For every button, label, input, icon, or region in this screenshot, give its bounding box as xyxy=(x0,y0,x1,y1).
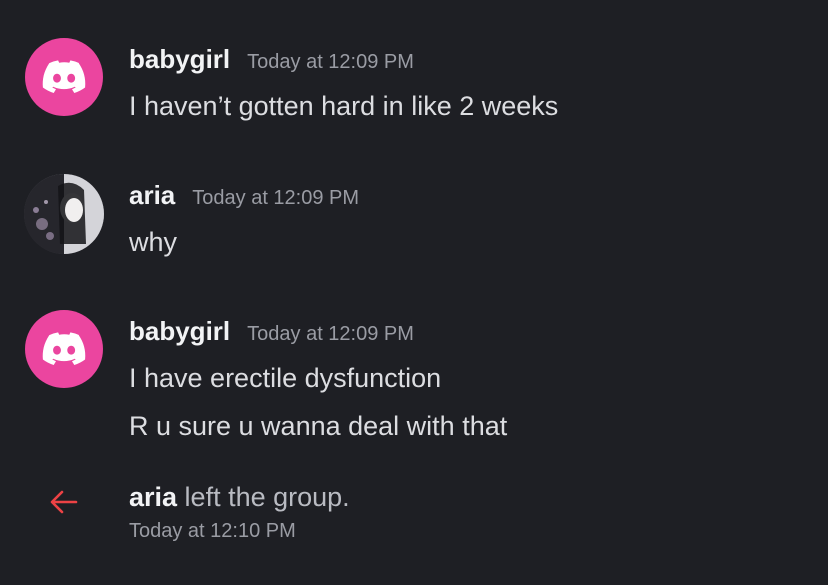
username[interactable]: babygirl xyxy=(129,316,230,347)
timestamp: Today at 12:09 PM xyxy=(192,187,360,209)
message-text: R u sure u wanna deal with that xyxy=(129,411,508,441)
arrow-left-icon xyxy=(50,490,78,514)
message-text: why xyxy=(129,227,178,257)
avatar[interactable] xyxy=(25,310,103,388)
message-text: I haven’t gotten hard in like 2 weeks xyxy=(129,91,559,121)
username[interactable]: aria xyxy=(129,180,175,211)
profile-photo xyxy=(24,174,104,254)
discord-logo-icon xyxy=(42,60,86,93)
message-text: I have erectile dysfunction xyxy=(129,363,442,393)
timestamp: Today at 12:09 PM xyxy=(247,323,414,345)
timestamp: Today at 12:09 PM xyxy=(247,51,414,73)
avatar[interactable] xyxy=(25,38,103,116)
chat-log: babygirl Today at 12:09 PM I haven’t got… xyxy=(0,0,828,585)
username[interactable]: babygirl xyxy=(129,44,230,75)
discord-logo-icon xyxy=(42,332,86,365)
avatar[interactable] xyxy=(24,174,104,254)
timestamp: Today at 12:10 PM xyxy=(129,520,296,542)
username[interactable]: aria xyxy=(129,482,177,512)
event-description: left the group. xyxy=(177,482,350,512)
system-event-text: aria left the group. xyxy=(129,482,350,513)
